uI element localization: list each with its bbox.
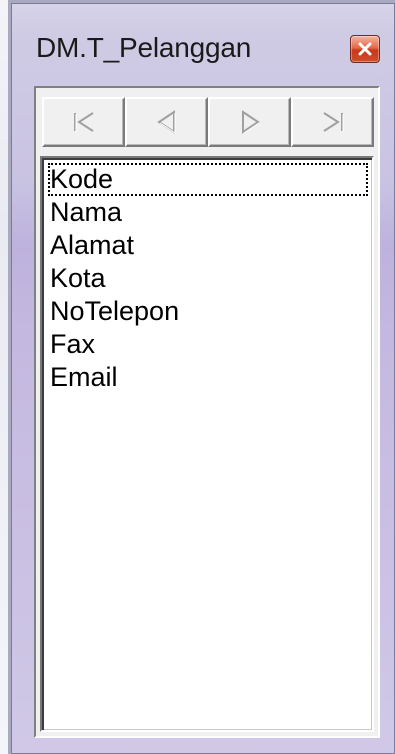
first-record-button[interactable] — [42, 97, 125, 147]
close-x-icon — [358, 42, 372, 56]
next-record-button[interactable] — [208, 97, 291, 147]
client-area: Kode Nama Alamat Kota NoTelepon Fax Emai… — [34, 86, 380, 738]
list-item-kode[interactable]: Kode — [48, 163, 368, 196]
list-item-fax[interactable]: Fax — [48, 328, 368, 361]
list-item-notelepon[interactable]: NoTelepon — [48, 295, 368, 328]
fields-editor-window[interactable]: DM.T_Pelanggan Kode Nama Alamat Kota NoT… — [11, 3, 395, 754]
list-item-nama[interactable]: Nama — [48, 196, 368, 229]
fields-listbox[interactable]: Kode Nama Alamat Kota NoTelepon Fax Emai… — [40, 156, 374, 732]
list-item-kota[interactable]: Kota — [48, 262, 368, 295]
last-record-button[interactable] — [291, 97, 374, 147]
list-item-alamat[interactable]: Alamat — [48, 229, 368, 262]
first-record-icon — [73, 112, 94, 132]
prior-record-icon — [156, 110, 175, 134]
prior-record-button[interactable] — [125, 97, 208, 147]
title-bar[interactable]: DM.T_Pelanggan — [12, 4, 394, 82]
dataset-navigator — [42, 97, 374, 147]
list-item-email[interactable]: Email — [48, 361, 368, 394]
window-title: DM.T_Pelanggan — [36, 32, 252, 63]
close-button[interactable] — [350, 35, 380, 63]
next-record-icon — [241, 110, 260, 134]
last-record-icon — [322, 112, 343, 132]
